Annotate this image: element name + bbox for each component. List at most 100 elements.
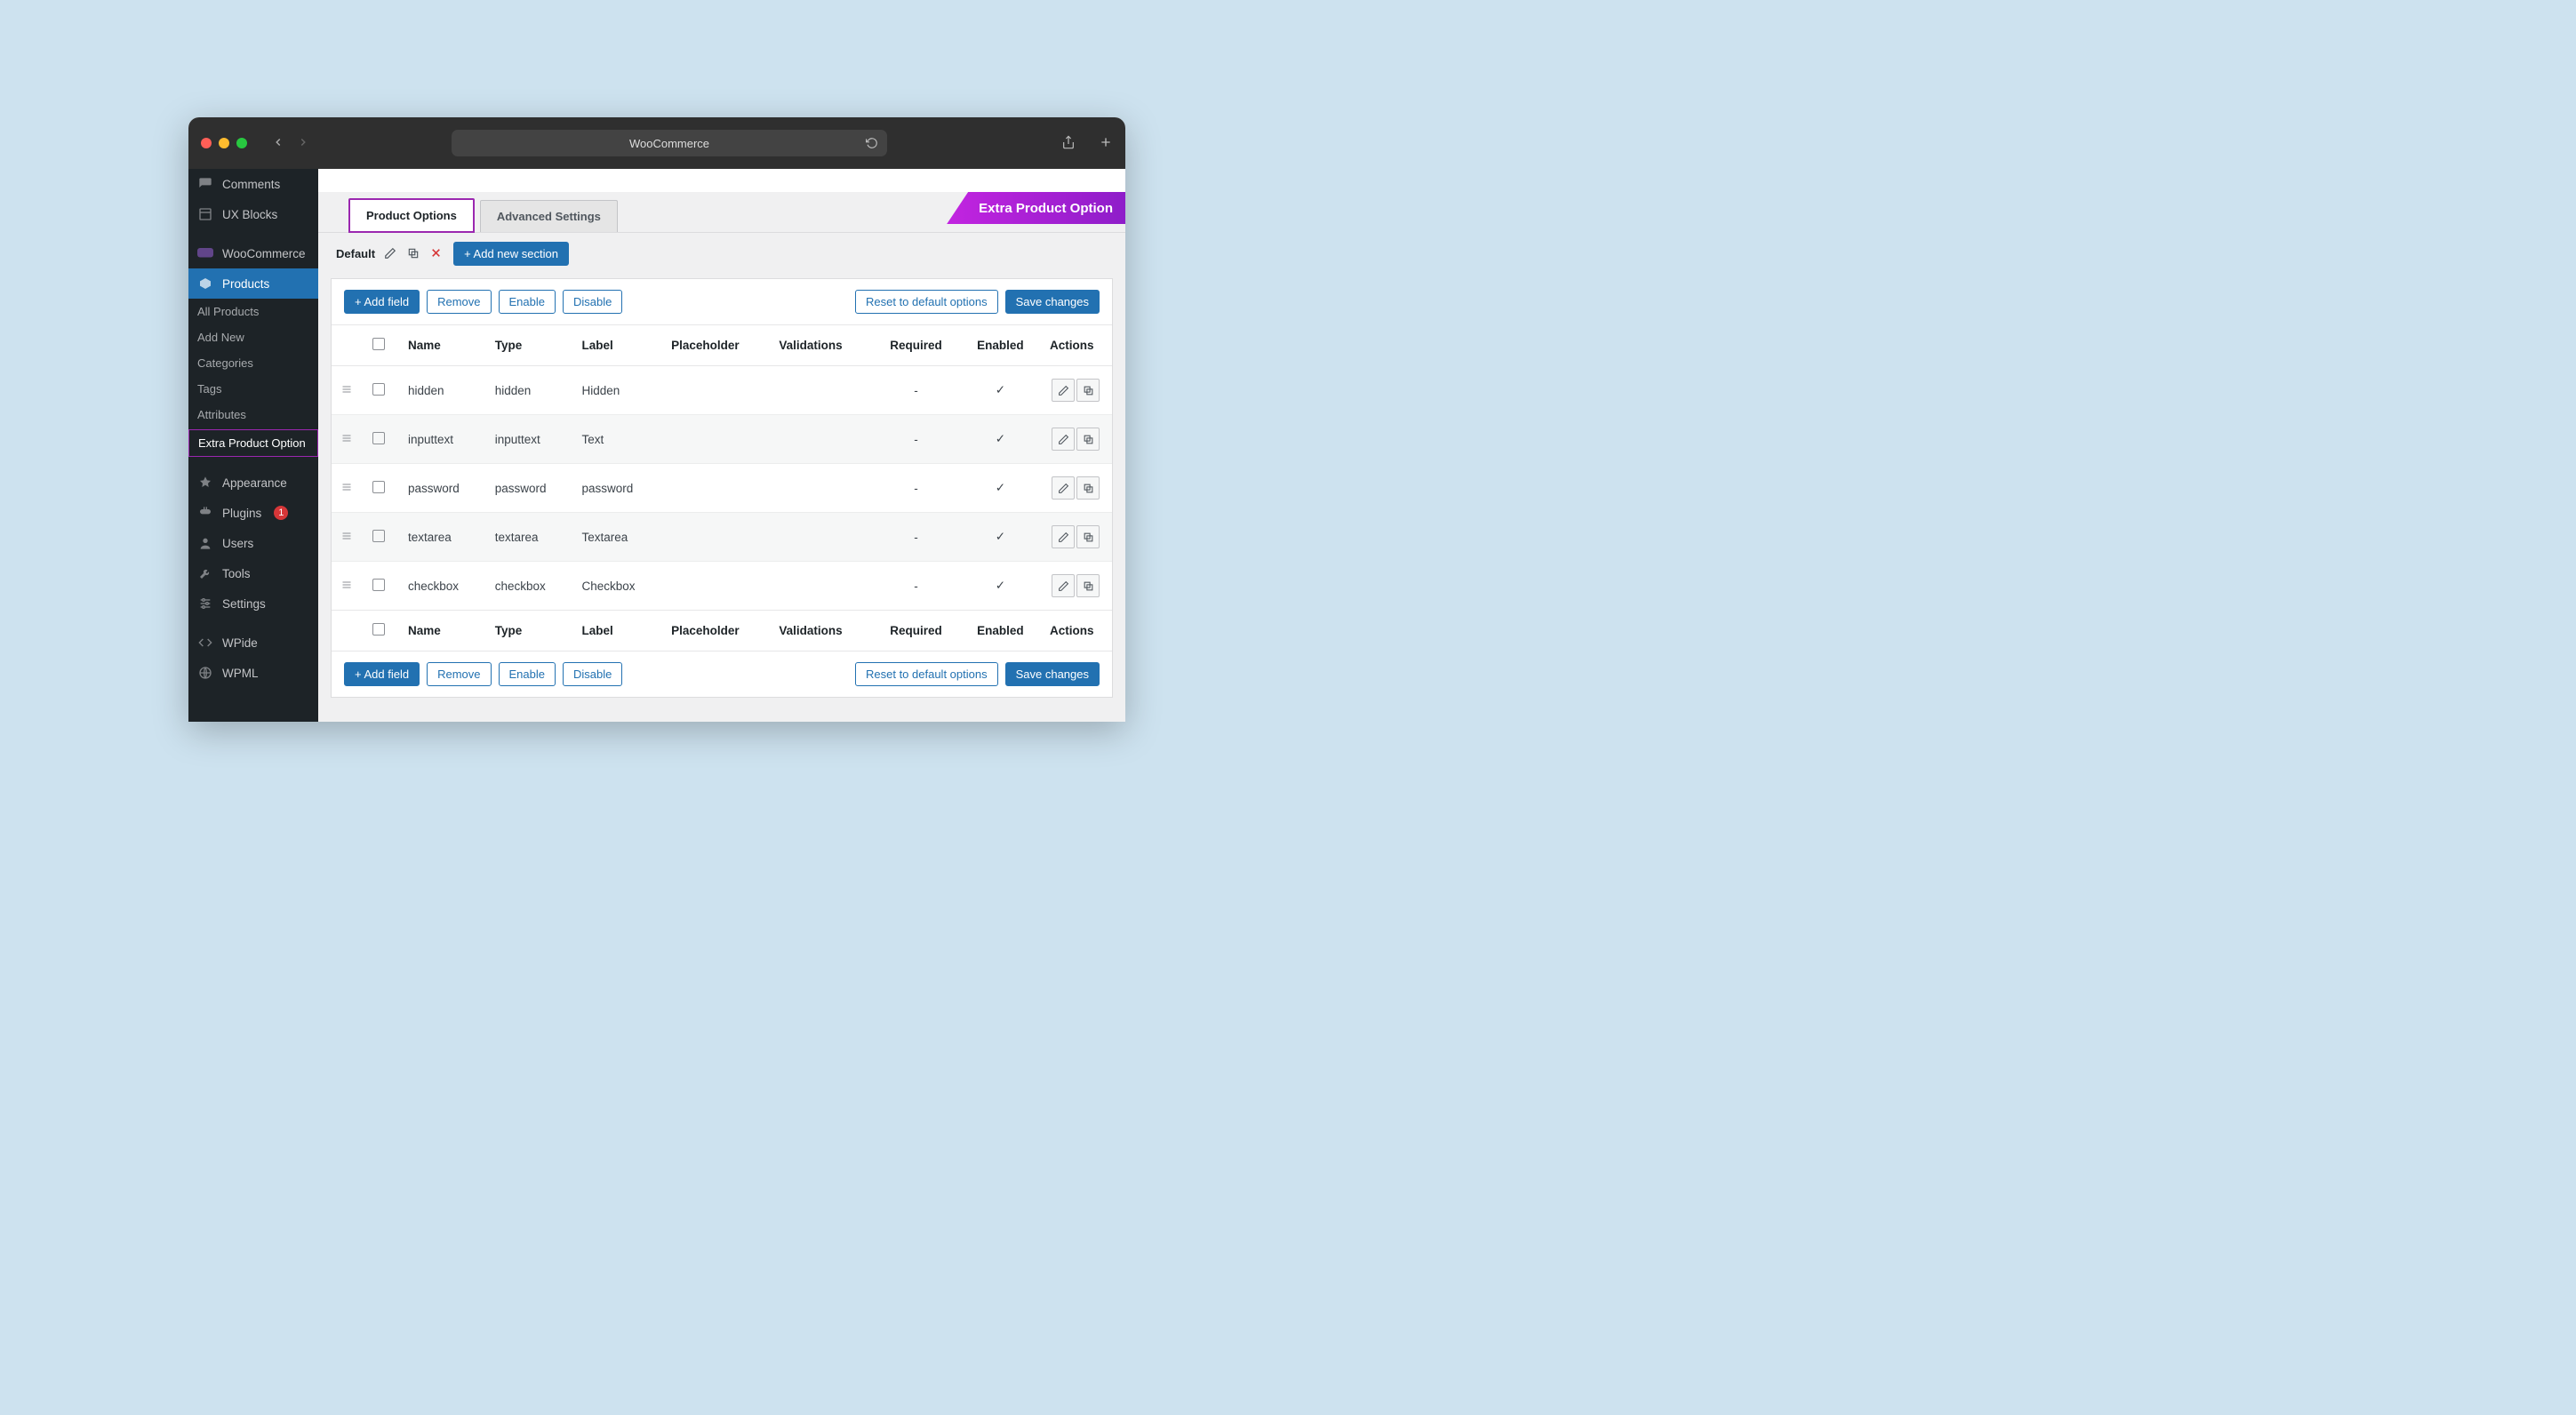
row-checkbox[interactable] (372, 383, 385, 396)
submenu-tags[interactable]: Tags (188, 376, 318, 402)
cell-label: Checkbox (573, 562, 663, 611)
users-icon (197, 535, 213, 551)
share-icon[interactable] (1061, 135, 1076, 152)
sidebar-item-settings[interactable]: Settings (188, 588, 318, 619)
submenu-attributes[interactable]: Attributes (188, 402, 318, 428)
url-bar[interactable]: WooCommerce (452, 130, 887, 156)
cell-required: - (872, 366, 960, 415)
edit-section-icon[interactable] (384, 247, 398, 261)
sidebar-item-users[interactable]: Users (188, 528, 318, 558)
sidebar-label: WooCommerce (222, 247, 306, 260)
submenu-all-products[interactable]: All Products (188, 299, 318, 324)
table-row: textarea textarea Textarea - ✓ (332, 513, 1112, 562)
table-row: hidden hidden Hidden - ✓ (332, 366, 1112, 415)
cell-name: password (399, 464, 486, 513)
table-row: inputtext inputtext Text - ✓ (332, 415, 1112, 464)
woo-icon (197, 245, 213, 261)
drag-handle-icon[interactable] (340, 580, 353, 593)
copy-row-icon[interactable] (1076, 379, 1100, 402)
back-button[interactable] (272, 136, 284, 151)
titlebar-right (1061, 135, 1113, 152)
disable-button[interactable]: Disable (563, 290, 622, 314)
block-icon (197, 206, 213, 222)
add-field-button[interactable]: + Add field (344, 662, 420, 686)
submenu-extra-product-option[interactable]: Extra Product Option (188, 429, 318, 457)
maximize-window-icon[interactable] (236, 138, 247, 148)
drag-handle-icon[interactable] (340, 531, 353, 544)
save-button[interactable]: Save changes (1005, 290, 1100, 314)
disable-button[interactable]: Disable (563, 662, 622, 686)
sidebar-item-wpide[interactable]: WPide (188, 628, 318, 658)
table-row: checkbox checkbox Checkbox - ✓ (332, 562, 1112, 611)
add-section-button[interactable]: + Add new section (453, 242, 569, 266)
cell-name: inputtext (399, 415, 486, 464)
row-checkbox[interactable] (372, 530, 385, 542)
sidebar-label: UX Blocks (222, 208, 277, 221)
cell-required: - (872, 562, 960, 611)
edit-row-icon[interactable] (1052, 428, 1075, 451)
edit-row-icon[interactable] (1052, 476, 1075, 500)
cell-validations (770, 513, 872, 562)
save-button[interactable]: Save changes (1005, 662, 1100, 686)
submenu-add-new[interactable]: Add New (188, 324, 318, 350)
copy-row-icon[interactable] (1076, 476, 1100, 500)
appearance-icon (197, 475, 213, 491)
row-checkbox[interactable] (372, 579, 385, 591)
copy-row-icon[interactable] (1076, 574, 1100, 597)
new-tab-icon[interactable] (1099, 135, 1113, 152)
section-name: Default (336, 247, 375, 260)
drag-handle-icon[interactable] (340, 433, 353, 446)
sidebar-label: Comments (222, 178, 280, 191)
drag-handle-icon[interactable] (340, 384, 353, 397)
cell-placeholder (662, 464, 770, 513)
drag-handle-icon[interactable] (340, 482, 353, 495)
forward-button[interactable] (297, 136, 309, 151)
cell-required: - (872, 415, 960, 464)
sidebar-item-woocommerce[interactable]: WooCommerce (188, 238, 318, 268)
sidebar-item-tools[interactable]: Tools (188, 558, 318, 588)
row-checkbox[interactable] (372, 432, 385, 444)
col-required: Required (872, 325, 960, 366)
cell-type: hidden (486, 366, 573, 415)
col-type: Type (486, 325, 573, 366)
enable-button[interactable]: Enable (499, 290, 556, 314)
cell-type: textarea (486, 513, 573, 562)
sidebar-label: Appearance (222, 476, 287, 490)
col-type: Type (486, 611, 573, 652)
submenu-categories[interactable]: Categories (188, 350, 318, 376)
sidebar-item-wpml[interactable]: WPML (188, 658, 318, 688)
cell-label: Textarea (573, 513, 663, 562)
cell-label: password (573, 464, 663, 513)
col-actions: Actions (1041, 325, 1112, 366)
sidebar-item-products[interactable]: Products (188, 268, 318, 299)
sidebar-item-appearance[interactable]: Appearance (188, 468, 318, 498)
col-label: Label (573, 325, 663, 366)
reset-button[interactable]: Reset to default options (855, 290, 998, 314)
sidebar-item-plugins[interactable]: Plugins 1 (188, 498, 318, 528)
copy-row-icon[interactable] (1076, 428, 1100, 451)
edit-row-icon[interactable] (1052, 574, 1075, 597)
edit-row-icon[interactable] (1052, 525, 1075, 548)
copy-row-icon[interactable] (1076, 525, 1100, 548)
sidebar-item-uxblocks[interactable]: UX Blocks (188, 199, 318, 229)
select-all-checkbox[interactable] (372, 338, 385, 350)
edit-row-icon[interactable] (1052, 379, 1075, 402)
cell-enabled: ✓ (960, 513, 1041, 562)
tab-advanced-settings[interactable]: Advanced Settings (480, 200, 618, 232)
sidebar-item-comments[interactable]: Comments (188, 169, 318, 199)
delete-section-icon[interactable] (430, 247, 444, 261)
close-window-icon[interactable] (201, 138, 212, 148)
remove-button[interactable]: Remove (427, 290, 491, 314)
tab-product-options[interactable]: Product Options (348, 198, 475, 233)
remove-button[interactable]: Remove (427, 662, 491, 686)
add-field-button[interactable]: + Add field (344, 290, 420, 314)
content-area: Product Options Advanced Settings Extra … (318, 169, 1125, 722)
select-all-checkbox-bottom[interactable] (372, 623, 385, 636)
row-checkbox[interactable] (372, 481, 385, 493)
copy-section-icon[interactable] (407, 247, 421, 261)
reload-icon[interactable] (866, 137, 878, 152)
minimize-window-icon[interactable] (219, 138, 229, 148)
enable-button[interactable]: Enable (499, 662, 556, 686)
cell-type: password (486, 464, 573, 513)
reset-button[interactable]: Reset to default options (855, 662, 998, 686)
